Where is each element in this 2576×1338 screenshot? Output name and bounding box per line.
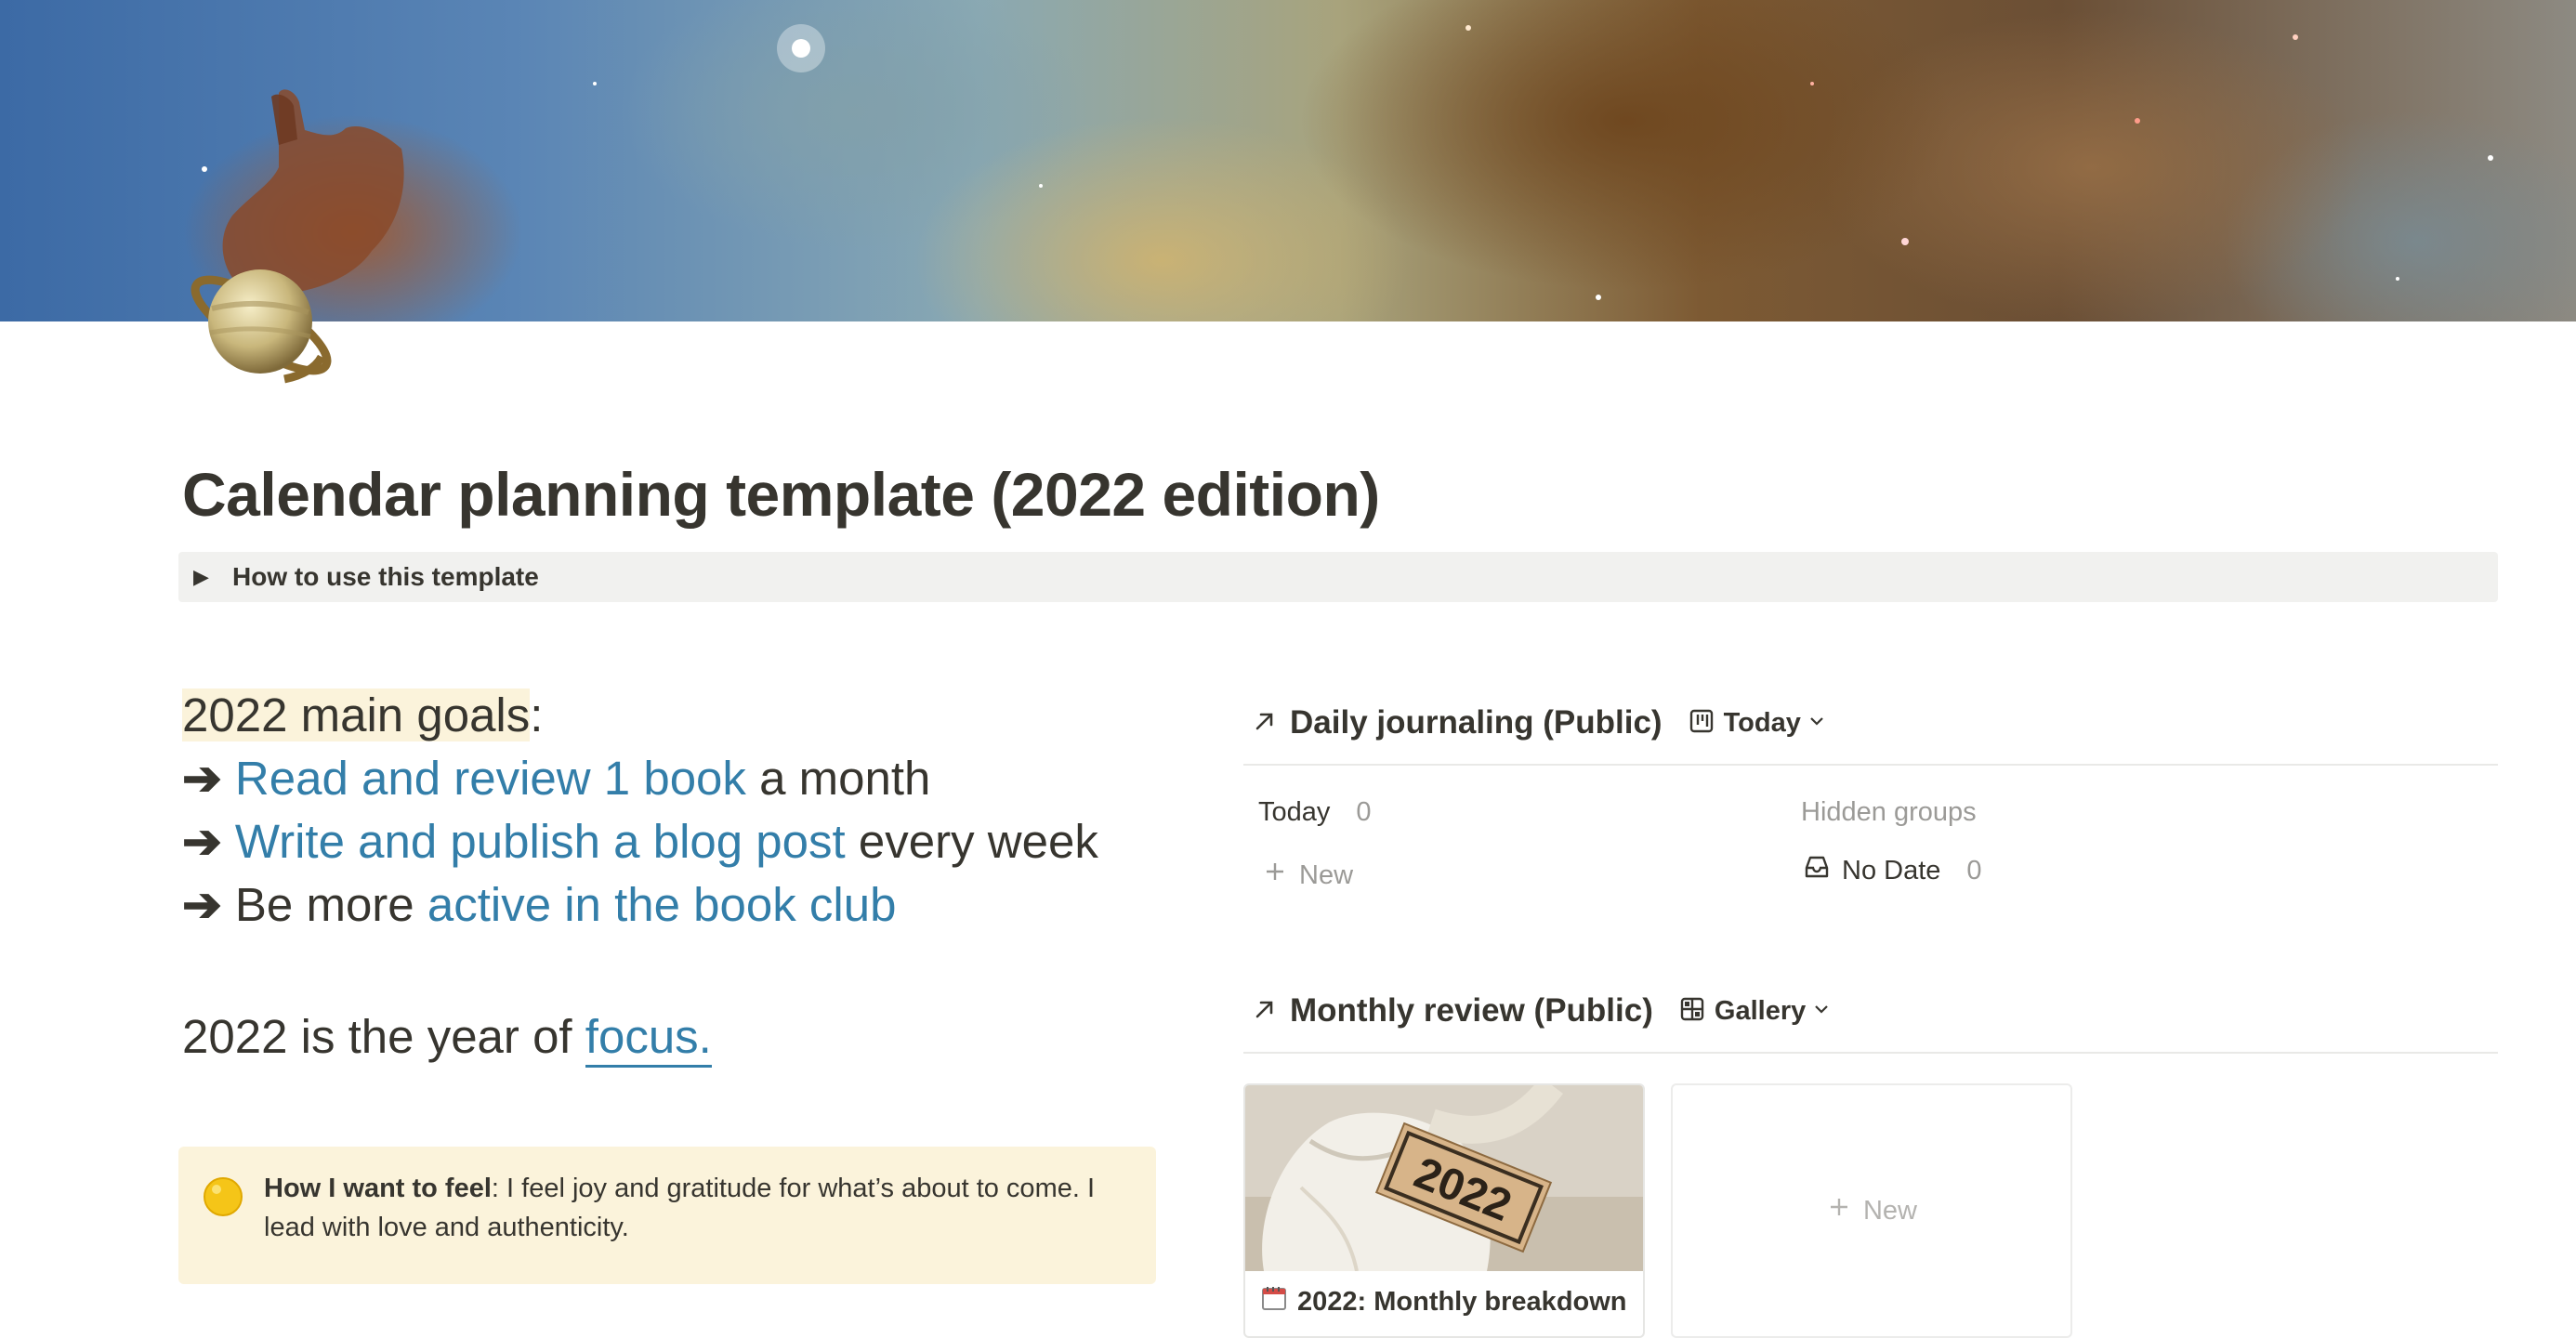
arrow-icon: ➔ (182, 815, 222, 868)
goals-heading-colon: : (530, 689, 544, 741)
page-title[interactable]: Calendar planning template (2022 edition… (182, 459, 1380, 530)
cover-image (0, 0, 2576, 321)
goal-item: ➔ Be more active in the book club (182, 873, 1167, 937)
monthly-review-header: Monthly review (Public) Gallery (1253, 983, 1830, 1039)
feel-callout: How I want to feel: I feel joy and grati… (178, 1147, 1156, 1284)
group-count: 0 (1356, 797, 1372, 827)
goals-block: 2022 main goals: ➔ Read and review 1 boo… (182, 684, 1167, 937)
board-new-button[interactable]: New (1262, 859, 1353, 892)
how-to-use-toggle[interactable]: ▶ How to use this template (178, 552, 2498, 602)
board-view-icon (1689, 708, 1715, 739)
ringed-planet-icon[interactable] (182, 243, 340, 401)
goal-item: ➔ Read and review 1 book a month (182, 747, 1167, 810)
inbox-icon (1803, 853, 1831, 888)
new-card-button[interactable]: New (1826, 1194, 1917, 1227)
daily-journaling-header: Daily journaling (Public) Today (1253, 695, 1825, 751)
group-name: No Date (1842, 855, 1941, 885)
chevron-down-icon (1808, 713, 1825, 734)
linked-db-arrow-icon[interactable] (1253, 709, 1277, 738)
group-count: 0 (1966, 855, 1982, 885)
toggle-label: How to use this template (232, 562, 539, 591)
view-switcher-today[interactable]: Today (1689, 708, 1825, 739)
new-label: New (1862, 1195, 1917, 1226)
goals-heading: 2022 main goals: (182, 684, 1167, 747)
card-cover-image: 2022 (1245, 1085, 1643, 1272)
card-title: 2022: Monthly breakdown (1260, 1284, 1627, 1319)
monthly-review-title[interactable]: Monthly review (Public) (1290, 992, 1653, 1030)
chevron-down-icon (1813, 1001, 1830, 1022)
toggle-triangle-icon[interactable]: ▶ (193, 565, 221, 589)
group-name: Today (1258, 797, 1331, 827)
gallery-view-icon (1679, 996, 1705, 1027)
goal-prefix: Be more (234, 878, 427, 931)
gallery-new-card[interactable]: New (1671, 1083, 2072, 1338)
gallery-card[interactable]: 2022 2022: Monthly breakdown (1243, 1083, 1645, 1338)
goal-suffix: every week (845, 815, 1098, 868)
view-label: Gallery (1714, 995, 1807, 1026)
arrow-icon: ➔ (182, 878, 222, 931)
linked-db-arrow-icon[interactable] (1253, 997, 1277, 1026)
goal-link[interactable]: Read and review 1 book (235, 752, 746, 805)
plus-icon (1262, 859, 1288, 892)
new-label: New (1299, 859, 1354, 890)
goal-suffix: a month (745, 752, 931, 805)
callout-bold: How I want to feel (264, 1174, 492, 1203)
board-group-today[interactable]: Today 0 (1258, 797, 1372, 828)
nebula-art (202, 24, 2493, 300)
view-switcher-gallery[interactable]: Gallery (1679, 996, 1830, 1027)
card-title-text: 2022: Monthly breakdown (1297, 1286, 1627, 1317)
focus-statement: 2022 is the year of focus. (182, 1009, 712, 1068)
daily-journaling-title[interactable]: Daily journaling (Public) (1290, 704, 1663, 741)
goal-link[interactable]: active in the book club (427, 878, 897, 931)
plus-icon (1826, 1194, 1852, 1227)
sparkle-sun-icon[interactable] (203, 1176, 243, 1217)
hidden-group-no-date[interactable]: No Date 0 (1803, 853, 1982, 888)
view-label: Today (1723, 707, 1801, 738)
focus-prefix: 2022 is the year of (182, 1010, 585, 1063)
calendar-spiral-icon (1260, 1284, 1288, 1319)
goal-item: ➔ Write and publish a blog post every we… (182, 810, 1167, 873)
goals-heading-text: 2022 main goals (182, 689, 531, 741)
callout-text: How I want to feel: I feel joy and grati… (264, 1169, 1128, 1247)
focus-link[interactable]: focus. (585, 1010, 712, 1068)
divider (1243, 1052, 2498, 1054)
goal-link[interactable]: Write and publish a blog post (235, 815, 846, 868)
arrow-icon: ➔ (182, 752, 222, 805)
hidden-groups-label: Hidden groups (1801, 797, 1977, 827)
divider (1243, 764, 2498, 766)
